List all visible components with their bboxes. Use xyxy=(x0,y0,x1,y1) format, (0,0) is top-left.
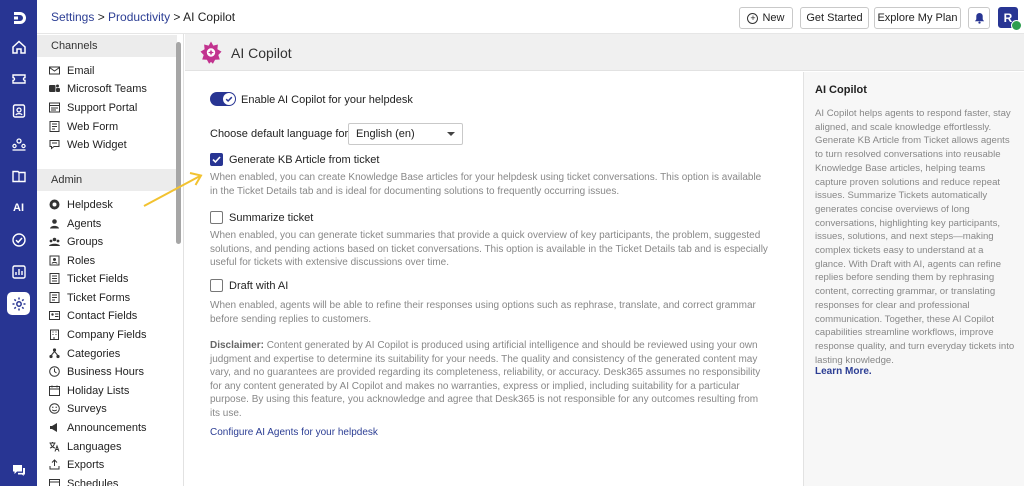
settings-sidebar: Channels Email Microsoft Teams Support P… xyxy=(37,34,184,486)
breadcrumb: Settings > Productivity > AI Copilot xyxy=(51,10,236,24)
channels-heading: Channels xyxy=(37,35,177,57)
megaphone-icon xyxy=(49,422,60,433)
groups-icon xyxy=(49,236,60,247)
sidebar-item-groups[interactable]: Groups xyxy=(49,233,103,250)
sidebar-item-roles[interactable]: Roles xyxy=(49,252,95,269)
form-icon xyxy=(49,121,60,132)
logo-icon[interactable] xyxy=(7,6,30,29)
sidebar-item-surveys[interactable]: Surveys xyxy=(49,400,107,417)
company-fields-icon xyxy=(49,329,60,340)
home-icon[interactable] xyxy=(7,35,30,58)
draft-with-ai-description: When enabled, agents will be able to ref… xyxy=(210,300,756,325)
breadcrumb-settings[interactable]: Settings xyxy=(51,10,94,24)
sidebar-item-ticket-fields[interactable]: Ticket Fields xyxy=(49,270,128,287)
sidebar-item-contact-fields[interactable]: Contact Fields xyxy=(49,307,137,324)
sidebar-item-support-portal[interactable]: Support Portal xyxy=(49,99,137,116)
info-panel-title: AI Copilot xyxy=(815,84,867,96)
categories-icon xyxy=(49,348,60,359)
info-panel: AI Copilot AI Copilot helps agents to re… xyxy=(803,72,1024,486)
sidebar-item-ticket-forms[interactable]: Ticket Forms xyxy=(49,289,130,306)
page-title: AI Copilot xyxy=(231,45,292,61)
clock-icon xyxy=(49,366,60,377)
schedule-icon xyxy=(49,478,60,486)
get-started-button[interactable]: Get Started xyxy=(800,7,869,29)
chevron-down-icon xyxy=(447,132,455,136)
sidebar-item-languages[interactable]: Languages xyxy=(49,438,121,455)
smiley-icon xyxy=(49,403,60,414)
sidebar-item-business-hours[interactable]: Business Hours xyxy=(49,363,144,380)
disclaimer: Disclaimer: Content generated by AI Copi… xyxy=(210,340,761,419)
sidebar-item-microsoft-teams[interactable]: Microsoft Teams xyxy=(49,80,147,97)
breadcrumb-current: AI Copilot xyxy=(183,10,236,24)
info-panel-body: AI Copilot helps agents to respond faste… xyxy=(815,108,1015,366)
summarize-ticket-description: When enabled, you can generate ticket su… xyxy=(210,230,768,268)
ticket-forms-icon xyxy=(49,292,60,303)
explore-my-plan-button[interactable]: Explore My Plan xyxy=(874,7,961,29)
widget-icon xyxy=(49,139,60,150)
sidebar-item-announcements[interactable]: Announcements xyxy=(49,419,147,436)
email-icon xyxy=(49,65,60,76)
configure-ai-agents-link[interactable]: Configure AI Agents for your helpdesk xyxy=(210,427,378,438)
sidebar-item-schedules[interactable]: Schedules xyxy=(49,475,118,486)
language-select[interactable]: English (en) xyxy=(348,123,463,145)
learn-more-link[interactable]: Learn More. xyxy=(815,366,872,377)
language-label: Choose default language for AI: xyxy=(210,128,365,140)
sidebar-item-exports[interactable]: Exports xyxy=(49,456,104,473)
sidebar-item-web-widget[interactable]: Web Widget xyxy=(49,136,127,153)
roles-icon xyxy=(49,255,60,266)
new-button[interactable]: + New xyxy=(739,7,793,29)
icon-rail: AI xyxy=(0,0,37,486)
helpdesk-icon xyxy=(49,199,60,210)
sidebar-scrollbar[interactable] xyxy=(176,42,181,244)
settings-icon[interactable] xyxy=(7,292,30,315)
breadcrumb-productivity[interactable]: Productivity xyxy=(108,10,170,24)
sidebar-item-holiday-lists[interactable]: Holiday Lists xyxy=(49,382,129,399)
ai-copilot-logo-icon xyxy=(200,41,222,64)
draft-with-ai-label: Draft with AI xyxy=(229,280,289,292)
toggle-knob xyxy=(223,93,235,105)
plus-icon: + xyxy=(747,12,759,24)
generate-kb-article-checkbox[interactable] xyxy=(210,153,223,166)
page-header: AI Copilot xyxy=(185,34,1024,71)
org-icon[interactable] xyxy=(7,132,30,155)
summarize-ticket-label: Summarize ticket xyxy=(229,212,314,224)
ticket-fields-icon xyxy=(49,273,60,284)
sidebar-item-helpdesk[interactable]: Helpdesk xyxy=(49,196,113,213)
ai-icon[interactable]: AI xyxy=(7,196,30,219)
teams-icon xyxy=(49,83,60,94)
calendar-icon xyxy=(49,385,60,396)
top-bar: Settings > Productivity > AI Copilot + Ne… xyxy=(37,0,1024,34)
online-status-icon xyxy=(1011,20,1022,31)
sidebar-item-agents[interactable]: Agents xyxy=(49,215,101,232)
contacts-icon[interactable] xyxy=(7,99,30,122)
generate-kb-article-label: Generate KB Article from ticket xyxy=(229,154,380,166)
generate-kb-article-description: When enabled, you can create Knowledge B… xyxy=(210,172,762,197)
sidebar-item-company-fields[interactable]: Company Fields xyxy=(49,326,146,343)
draft-with-ai-checkbox[interactable] xyxy=(210,279,223,292)
checkmark-icon xyxy=(212,156,221,164)
sidebar-item-email[interactable]: Email xyxy=(49,62,95,79)
main-content: Enable AI Copilot for your helpdesk Choo… xyxy=(185,72,803,486)
annotation-arrow-icon xyxy=(143,172,203,207)
notifications-button[interactable] xyxy=(968,7,990,29)
language-icon xyxy=(49,441,60,452)
chat-icon[interactable] xyxy=(7,458,30,481)
bell-icon xyxy=(974,12,984,24)
summarize-ticket-checkbox[interactable] xyxy=(210,211,223,224)
agents-icon xyxy=(49,218,60,229)
export-icon xyxy=(49,459,60,470)
sidebar-item-categories[interactable]: Categories xyxy=(49,345,120,362)
tasks-icon[interactable] xyxy=(7,228,30,251)
tickets-icon[interactable] xyxy=(7,67,30,90)
knowledge-base-icon[interactable] xyxy=(7,164,30,187)
sidebar-item-web-form[interactable]: Web Form xyxy=(49,118,118,135)
portal-icon xyxy=(49,102,60,113)
enable-ai-copilot-toggle[interactable] xyxy=(210,92,236,106)
contact-fields-icon xyxy=(49,310,60,321)
reports-icon[interactable] xyxy=(7,260,30,283)
enable-ai-copilot-label: Enable AI Copilot for your helpdesk xyxy=(241,94,413,106)
